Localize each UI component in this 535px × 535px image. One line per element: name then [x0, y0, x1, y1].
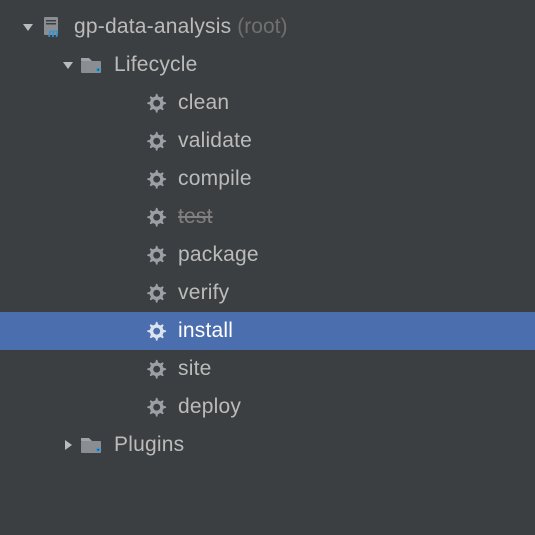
gear-icon [142, 396, 170, 418]
svg-text:m: m [48, 26, 59, 39]
chevron-down-icon[interactable] [18, 20, 38, 34]
lifecycle-goal-install[interactable]: install [0, 312, 535, 350]
root-module-suffix: (root) [237, 15, 287, 39]
lifecycle-goal-verify[interactable]: verify [0, 274, 535, 312]
chevron-down-icon[interactable] [58, 58, 78, 72]
gear-icon [142, 130, 170, 152]
gear-icon [142, 320, 170, 342]
gear-icon [142, 282, 170, 304]
tree-node-lifecycle[interactable]: Lifecycle [0, 46, 535, 84]
gear-icon [142, 206, 170, 228]
goal-label: install [178, 319, 233, 343]
goal-label: verify [178, 281, 229, 305]
gear-icon [142, 168, 170, 190]
goal-label: compile [178, 167, 252, 191]
lifecycle-goal-compile[interactable]: compile [0, 160, 535, 198]
lifecycle-goal-validate[interactable]: validate [0, 122, 535, 160]
goal-label: validate [178, 129, 252, 153]
folder-gear-icon [78, 433, 106, 457]
lifecycle-goal-site[interactable]: site [0, 350, 535, 388]
lifecycle-goal-test[interactable]: test [0, 198, 535, 236]
chevron-right-icon[interactable] [58, 438, 78, 452]
lifecycle-goals-list: clean validate compile test package veri… [0, 84, 535, 426]
lifecycle-goal-clean[interactable]: clean [0, 84, 535, 122]
gear-icon [142, 92, 170, 114]
goal-label: clean [178, 91, 229, 115]
goal-label: test [178, 205, 213, 229]
plugins-label: Plugins [114, 433, 184, 457]
goal-label: deploy [178, 395, 241, 419]
lifecycle-goal-deploy[interactable]: deploy [0, 388, 535, 426]
goal-label: package [178, 243, 259, 267]
folder-gear-icon [78, 53, 106, 77]
lifecycle-label: Lifecycle [114, 53, 198, 77]
maven-module-icon: m [38, 15, 66, 39]
gear-icon [142, 244, 170, 266]
tree-node-plugins[interactable]: Plugins [0, 426, 535, 464]
lifecycle-goal-package[interactable]: package [0, 236, 535, 274]
gear-icon [142, 358, 170, 380]
tree-node-root[interactable]: m gp-data-analysis (root) [0, 8, 535, 46]
goal-label: site [178, 357, 211, 381]
root-module-label: gp-data-analysis [74, 15, 231, 39]
